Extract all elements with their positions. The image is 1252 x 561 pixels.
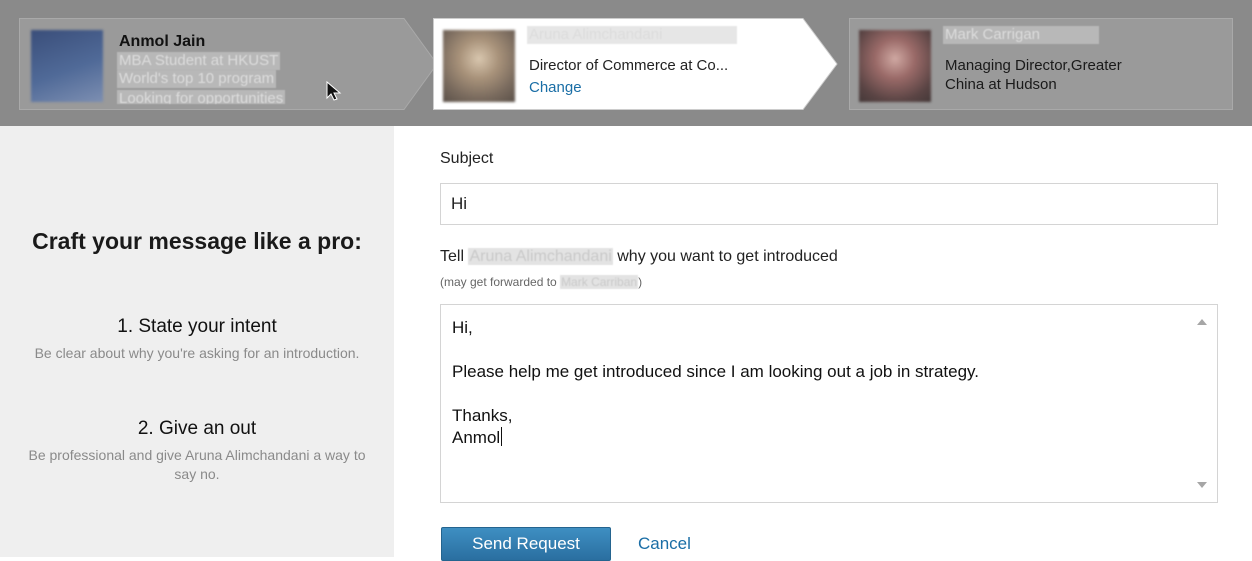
text-caret [501,427,503,446]
message-textarea[interactable]: Hi, Please help me get introduced since … [440,304,1218,503]
message-prompt-prefix: Tell [440,248,465,265]
message-prompt-name: Aruna Alimchandani [468,248,613,265]
avatar-via [443,30,515,102]
chain-step-from: Anmol Jain MBA Student at HKUST World's … [19,18,439,110]
send-request-button[interactable]: Send Request [441,527,611,561]
avatar-from [31,30,103,102]
tip-2-title: 2. Give an out [137,418,257,439]
subject-input[interactable]: Hi [440,183,1218,225]
via-title: Director of Commerce at Co... [529,57,729,74]
scroll-down-icon[interactable] [1197,482,1207,488]
tips-panel: Craft your message like a pro: 1. State … [0,126,394,557]
tip-1-body: Be clear about why you're asking for an … [34,345,360,361]
tip-2-body: Be professional and give Aruna Alimchand… [28,447,366,482]
to-title-line-2: China at Hudson [945,76,1057,93]
tips-heading: Craft your message like a pro: [32,228,362,254]
message-line [452,339,979,361]
message-prompt: Tell Aruna Alimchandani why you want to … [440,248,838,266]
message-last-line: Anmol [452,427,979,449]
to-title-line-1: Managing Director,Greater [945,57,1122,74]
message-line: Please help me get introduced since I am… [452,362,979,381]
forward-note-name: Mark Carriban [560,275,639,289]
message-text[interactable]: Hi, Please help me get introduced since … [452,317,979,449]
from-headline-line-1: MBA Student at HKUST [117,52,281,70]
change-link[interactable]: Change [529,78,582,97]
forward-note-suffix: ) [638,275,643,289]
scroll-up-icon[interactable] [1197,319,1207,325]
chain-step-via: Aruna Alimchandani Director of Commerce … [433,18,843,110]
forward-note: (may get forwarded to Mark Carriban) [440,275,642,289]
from-name: Anmol Jain [119,33,206,50]
message-prompt-suffix: why you want to get introduced [617,248,838,265]
chain-step-to: Mark Carrigan Managing Director,Greater … [849,18,1234,110]
mouse-pointer-icon [326,80,342,101]
via-name: Aruna Alimchandani [527,26,737,44]
message-line: Anmol [452,428,501,447]
subject-label: Subject [440,150,494,167]
message-line [452,383,979,405]
from-headline-line-2: World's top 10 program [117,70,277,88]
message-line: Hi, [452,318,473,337]
from-headline-line-3: Looking for opportunities [117,90,286,104]
avatar-to [859,30,931,102]
introduction-chain: Anmol Jain MBA Student at HKUST World's … [0,0,1252,126]
to-name: Mark Carrigan [943,26,1099,44]
message-line: Thanks, [452,406,513,425]
forward-note-prefix: (may get forwarded to [440,275,557,289]
tip-1-title: 1. State your intent [117,316,277,337]
cancel-link[interactable]: Cancel [638,534,691,554]
